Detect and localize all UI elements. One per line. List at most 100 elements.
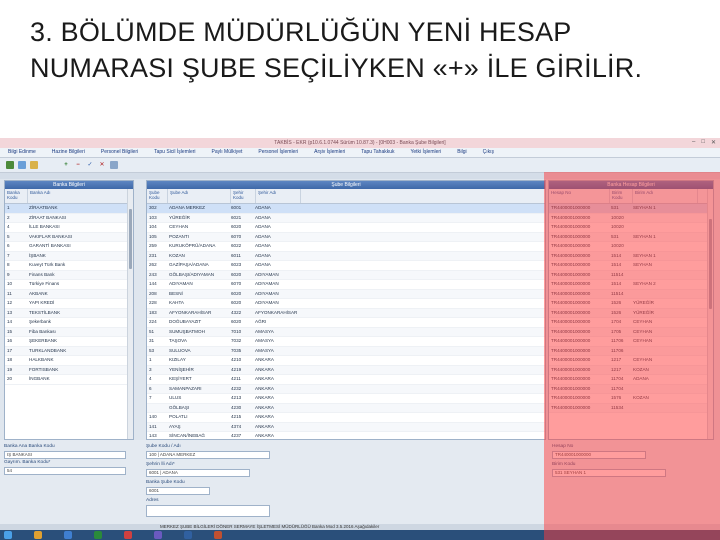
menu-item[interactable]: Hazine Bilgileri (44, 148, 93, 157)
table-row[interactable]: TR4400001000000 1514 SEYHAN 1 (549, 251, 713, 261)
table-row[interactable]: TR4400001000000 11706 (549, 346, 713, 356)
table-row[interactable]: 105 POZANTI 6070 ADANA (147, 232, 545, 242)
word-icon[interactable] (184, 531, 192, 539)
table-row[interactable]: 9 Finans Bank (5, 270, 133, 280)
table-row[interactable]: TR4400001000000 11706 CEYHAN (549, 337, 713, 347)
confirm-icon[interactable]: ✓ (86, 161, 94, 169)
table-row[interactable]: 6 GARANTİ BANKASI (5, 242, 133, 252)
table-row[interactable]: TR4400001000000 1217 CEYHAN (549, 356, 713, 366)
app-icon[interactable] (124, 531, 132, 539)
cancel-icon[interactable]: ✕ (98, 161, 106, 169)
table-row[interactable]: TR4400001000000 1217 KOZAN (549, 365, 713, 375)
maximize-icon[interactable]: □ (701, 139, 705, 146)
table-row[interactable]: 17 TURKLANDBANK (5, 346, 133, 356)
city-field[interactable]: 6001 | ADANA (146, 469, 250, 477)
table-row[interactable]: GÖLBAŞI 4230 ANKARA (147, 403, 545, 413)
table-row[interactable]: 243 GÖLBAŞI/ADIYAMAN 6020 ADIYAMAN (147, 270, 545, 280)
table-row[interactable]: TR4400001000000 1526 YÜREĞİR (549, 308, 713, 318)
table-row[interactable]: 262 GAZİPAŞA/ADANA 6023 ADANA (147, 261, 545, 271)
unit-field[interactable]: 531 SEYHAN 1 (552, 469, 666, 477)
table-row[interactable]: 228 KAHTA 6020 ADIYAMAN (147, 299, 545, 309)
tool-icon[interactable] (154, 531, 162, 539)
table-row[interactable]: 7 İŞBANK (5, 251, 133, 261)
table-row[interactable]: 5 VAKIFLAR BANKASI (5, 232, 133, 242)
accounts-header-no[interactable]: Hesap No (549, 189, 610, 203)
table-row[interactable]: 16 ŞEKERBANK (5, 337, 133, 347)
delete-icon[interactable]: − (74, 161, 82, 169)
minimize-icon[interactable]: – (692, 139, 695, 146)
table-row[interactable]: TR4400001000000 531 SEYHAN 1 (549, 232, 713, 242)
table-row[interactable]: 144 ADIYAMAN 6070 ADIYAMAN (147, 280, 545, 290)
table-row[interactable]: 1 ZİRAATBANK (5, 204, 133, 214)
bank-name-field[interactable]: 54 (4, 467, 126, 475)
table-row[interactable]: TR4400001000000 11534 (549, 403, 713, 413)
table-row[interactable]: 183 AFYONKARAHİSAR 4322 AFYONKARAHİSAR (147, 308, 545, 318)
menu-item[interactable]: Personel İşlemleri (250, 148, 306, 157)
branch-group-field[interactable]: 6001 (146, 487, 210, 495)
table-row[interactable]: TR4400001000000 1514 SEYHAN 2 (549, 280, 713, 290)
banks-header-name[interactable]: Banka Adı (28, 189, 133, 203)
branches-header-city-name[interactable]: Şehir Adı (256, 189, 301, 203)
table-row[interactable]: 8 Kuveyt Türk Bank (5, 261, 133, 271)
account-no-field[interactable]: TR440001000000 (552, 451, 646, 459)
table-row[interactable]: TR4400001000000 10020 (549, 242, 713, 252)
table-row[interactable]: 53 SULUOVA 7035 AMASYA (147, 346, 545, 356)
menu-item[interactable]: Arşiv İşlemleri (306, 148, 353, 157)
table-row[interactable]: 31 TAŞOVA 7032 AMASYA (147, 337, 545, 347)
table-row[interactable]: 1 KIZILAY 4210 ANKARA (147, 356, 545, 366)
bank-code-field[interactable]: IŞ BANKASI (4, 451, 126, 459)
table-row[interactable]: 302 ADANA MERKEZ 6001 ADANA (147, 204, 545, 214)
menu-item[interactable]: Paylı Mülkiyet (204, 148, 251, 157)
table-row[interactable]: 10 Türkiye Finans (5, 280, 133, 290)
table-row[interactable]: 6 SAMANPAZARI 4232 ANKARA (147, 384, 545, 394)
browser-icon[interactable] (64, 531, 72, 539)
table-row[interactable]: 20 İNGBANK (5, 375, 133, 385)
table-row[interactable]: TR4400001000000 1514 SEYHAN (549, 261, 713, 271)
menu-item[interactable]: Tapu Sicil İşlemleri (146, 148, 203, 157)
branch-code-field[interactable]: 100 | ADANA MERKEZ (146, 451, 270, 459)
menu-item[interactable]: Tapu Tahakkuk (353, 148, 402, 157)
accounts-scrollbar[interactable] (707, 189, 713, 439)
banks-scrollbar[interactable] (127, 189, 133, 439)
table-row[interactable]: 231 KOZAN 6011 ADANA (147, 251, 545, 261)
table-row[interactable]: TR4400001000000 531 SEYHAN 1 (549, 204, 713, 214)
accounts-header-unit-name[interactable]: Birim Adı (633, 189, 698, 203)
table-row[interactable]: 19 FORTISBANK (5, 365, 133, 375)
excel-icon[interactable] (94, 531, 102, 539)
menu-item[interactable]: Çıkış (475, 148, 502, 157)
menu-item[interactable]: Bilgi (449, 148, 474, 157)
table-row[interactable]: 14 Şekerbank (5, 318, 133, 328)
save-icon[interactable] (30, 161, 38, 169)
folder-icon[interactable] (34, 531, 42, 539)
table-row[interactable]: 18 HALKBANK (5, 356, 133, 366)
menu-item[interactable]: Personel Bilgileri (93, 148, 146, 157)
table-row[interactable]: TR4400001000000 11704 ADANA (549, 375, 713, 385)
close-icon[interactable]: ✕ (711, 139, 716, 146)
table-row[interactable]: 51 SUMUŞBATMOH 7010 AMASYA (147, 327, 545, 337)
filter-icon[interactable] (110, 161, 118, 169)
table-row[interactable]: TR4400001000000 11704 (549, 384, 713, 394)
table-row[interactable]: TR4400001000000 1705 CEYHAN (549, 327, 713, 337)
table-row[interactable]: 12 YAPI KREDİ (5, 299, 133, 309)
table-row[interactable]: 13 TEKSTİLBANK (5, 308, 133, 318)
table-row[interactable]: 2 ZİRAAT BANKASI (5, 213, 133, 223)
table-row[interactable]: 208 BESNİ 6020 ADIYAMAN (147, 289, 545, 299)
table-row[interactable]: 104 CEYHAN 6020 ADANA (147, 223, 545, 233)
branches-header-name[interactable]: Şube Adı (168, 189, 231, 203)
table-row[interactable]: 140 POLATLI 4215 ANKARA (147, 413, 545, 423)
table-row[interactable]: TR4400001000000 11514 (549, 270, 713, 280)
branches-header-city-code[interactable]: Şehir Kodu (231, 189, 256, 203)
menu-item[interactable]: Yetki İşlemleri (403, 148, 450, 157)
accounts-header-unit-code[interactable]: Birim Kodu (610, 189, 633, 203)
pdf-icon[interactable] (214, 531, 222, 539)
table-row[interactable]: 259 KURUKÖPRÜ/ADANA 6022 ADANA (147, 242, 545, 252)
back-icon[interactable] (6, 161, 14, 169)
table-row[interactable]: 224 DOĞUBAYAZIT 6020 AĞRI (147, 318, 545, 328)
table-row[interactable]: TR4400001000000 10020 (549, 223, 713, 233)
table-row[interactable]: 4 KEŞİYERT 4211 ANKARA (147, 375, 545, 385)
menu-item[interactable]: Bilgi Edinme (0, 148, 44, 157)
table-row[interactable]: 141 AYAŞ 4374 ANKARA (147, 422, 545, 432)
branches-header-code[interactable]: Şube Kodu (147, 189, 168, 203)
table-row[interactable]: 7 ULUS 4213 ANKARA (147, 394, 545, 404)
table-row[interactable]: 3 YENİŞEHİR 4219 ANKARA (147, 365, 545, 375)
